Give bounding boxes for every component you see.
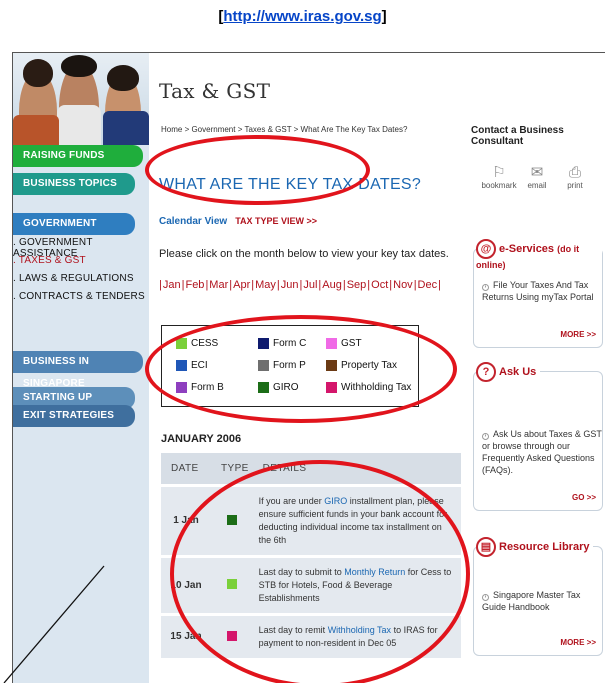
month-link[interactable]: Sep [347, 279, 367, 291]
sidebar-item-label: TAXES & GST [18, 255, 86, 266]
month-label: JANUARY 2006 [161, 433, 242, 445]
month-link[interactable]: Mar [209, 279, 228, 291]
month-link[interactable]: May [255, 279, 276, 291]
eservices-icon: @ [476, 239, 496, 259]
annotation-pointer-line [3, 565, 105, 683]
nav-government[interactable]: GOVERNMENT [13, 213, 135, 235]
page-title: Tax & GST [159, 79, 271, 103]
ask-us-go-link[interactable]: GO >> [572, 493, 596, 502]
month-link[interactable]: Feb [185, 279, 204, 291]
ask-us-link[interactable]: › Ask Us about Taxes & GST or browse thro… [482, 428, 602, 476]
calendar-view-link[interactable]: Calendar View [159, 216, 227, 227]
resource-more-link[interactable]: MORE >> [560, 638, 596, 647]
sidebar-item-taxes-gst[interactable]: . TAXES & GST [13, 255, 86, 266]
ask-us-heading: ? Ask Us [476, 362, 541, 382]
eservices-heading: @ e-Services (do it online) [476, 239, 602, 271]
sidebar-item-contracts-tenders[interactable]: . CONTRACTS & TENDERS [13, 291, 145, 302]
print-tool[interactable]: ⎙ print [557, 164, 593, 191]
resource-text: Singapore Master Tax Guide Handbook [482, 590, 581, 612]
print-icon: ⎙ [568, 164, 581, 181]
arrow-bullet-icon: › [482, 433, 489, 440]
ask-us-text: Ask Us about Taxes & GST or browse throu… [482, 429, 602, 475]
month-link[interactable]: Jun [281, 279, 299, 291]
eservices-text: File Your Taxes And Tax Returns Using my… [482, 280, 594, 302]
person-jacket [103, 111, 149, 145]
sidebar-item-laws-regulations[interactable]: . LAWS & REGULATIONS [13, 273, 134, 284]
resource-title: Resource Library [499, 540, 590, 553]
url-caption: [http://www.iras.gov.sg] [0, 8, 605, 25]
book-icon: ▤ [476, 537, 496, 557]
month-link[interactable]: Apr [233, 279, 250, 291]
nav-exit-strategies[interactable]: EXIT STRATEGIES [13, 405, 135, 427]
question-icon: ? [476, 362, 496, 382]
view-toggle: Calendar View TAX TYPE VIEW >> [159, 216, 317, 227]
resource-heading: ▤ Resource Library [476, 537, 594, 557]
month-link[interactable]: Nov [393, 279, 413, 291]
arrow-bullet-icon: › [482, 594, 489, 601]
resource-link[interactable]: › Singapore Master Tax Guide Handbook [482, 589, 600, 613]
email-tool[interactable]: ✉ email [519, 164, 555, 191]
person-shirt [57, 105, 101, 145]
email-label: email [527, 181, 547, 190]
source-url-link[interactable]: http://www.iras.gov.sg [223, 8, 381, 25]
sidebar-item-label: CONTRACTS & TENDERS [18, 291, 145, 302]
annotation-ellipse-heading [145, 135, 370, 205]
arrow-bullet-icon: › [482, 284, 489, 291]
nav-raising-funds[interactable]: RAISING FUNDS [13, 145, 143, 167]
instruction-text: Please click on the month below to view … [159, 248, 449, 260]
month-link[interactable]: Aug [322, 279, 342, 291]
person-jacket [13, 115, 59, 145]
right-column: Contact a Business Consultant ⚐ bookmark… [469, 53, 605, 683]
annotation-ellipse-legend [145, 315, 457, 423]
person-hair [61, 55, 97, 77]
resource-library-panel: ▤ Resource Library › Singapore Master Tax … [473, 537, 603, 656]
eservices-link[interactable]: › File Your Taxes And Tax Returns Using m… [482, 279, 600, 303]
bookmark-tool[interactable]: ⚐ bookmark [481, 164, 517, 191]
tax-type-view-link[interactable]: TAX TYPE VIEW >> [235, 216, 317, 226]
ask-us-panel: ? Ask Us › Ask Us about Taxes & GST or bro… [473, 362, 603, 511]
caption-close-bracket: ] [381, 8, 387, 25]
sidebar-item-label: LAWS & REGULATIONS [18, 273, 134, 284]
ask-us-title: Ask Us [499, 365, 537, 378]
header-photo [13, 53, 149, 145]
annotation-ellipse-table [170, 460, 470, 683]
screenshot-root: [http://www.iras.gov.sg] RAISING FUNDS B… [0, 0, 605, 683]
person-hair [23, 59, 53, 87]
column-header-date: DATE [161, 453, 211, 485]
month-link[interactable]: Oct [371, 279, 388, 291]
month-link[interactable]: Jul [303, 279, 317, 291]
nav-business-in-singapore[interactable]: BUSINESS IN SINGAPORE [13, 351, 143, 389]
eservices-more-link[interactable]: MORE >> [560, 330, 596, 339]
print-label: print [567, 181, 583, 190]
month-link[interactable]: Dec [418, 279, 438, 291]
pointer-line [3, 565, 105, 683]
nav-business-topics[interactable]: BUSINESS TOPICS [13, 173, 135, 195]
eservices-panel: @ e-Services (do it online) › File Your Ta… [473, 239, 603, 348]
month-link[interactable]: Jan [163, 279, 181, 291]
person-hair [107, 65, 139, 91]
breadcrumb[interactable]: Home > Government > Taxes & GST > What A… [161, 125, 407, 134]
eservices-title: e-Services [499, 242, 555, 255]
bookmark-label: bookmark [481, 181, 517, 190]
month-selector: |Jan|Feb|Mar|Apr|May|Jun|Jul|Aug|Sep|Oct… [159, 279, 441, 291]
email-icon: ✉ [530, 164, 544, 181]
bookmark-icon: ⚐ [492, 164, 506, 181]
contact-consultant-link[interactable]: Contact a Business Consultant [471, 125, 605, 147]
